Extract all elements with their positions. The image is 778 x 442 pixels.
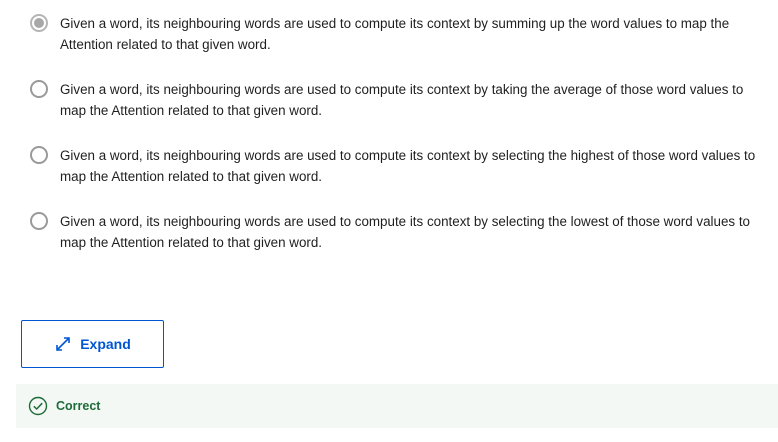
radio-button[interactable] bbox=[30, 146, 48, 164]
check-circle-icon bbox=[28, 396, 48, 416]
radio-button-selected[interactable] bbox=[30, 14, 48, 32]
radio-button[interactable] bbox=[30, 212, 48, 230]
answer-option-3[interactable]: Given a word, its neighbouring words are… bbox=[30, 145, 770, 187]
answer-option-text: Given a word, its neighbouring words are… bbox=[60, 82, 744, 118]
answer-option-4[interactable]: Given a word, its neighbouring words are… bbox=[30, 211, 770, 253]
answer-option-text: Given a word, its neighbouring words are… bbox=[60, 214, 750, 250]
expand-button[interactable]: Expand bbox=[21, 320, 164, 368]
answer-option-2[interactable]: Given a word, its neighbouring words are… bbox=[30, 79, 770, 121]
quiz-question-panel: Given a word, its neighbouring words are… bbox=[0, 0, 778, 442]
radio-button[interactable] bbox=[30, 80, 48, 98]
feedback-label: Correct bbox=[56, 399, 101, 413]
answer-option-text: Given a word, its neighbouring words are… bbox=[60, 16, 730, 52]
expand-arrows-icon bbox=[54, 335, 72, 353]
answer-option-1[interactable]: Given a word, its neighbouring words are… bbox=[30, 13, 770, 55]
expand-button-label: Expand bbox=[80, 336, 131, 352]
answer-option-text: Given a word, its neighbouring words are… bbox=[60, 148, 756, 184]
feedback-bar: Correct bbox=[16, 384, 778, 428]
